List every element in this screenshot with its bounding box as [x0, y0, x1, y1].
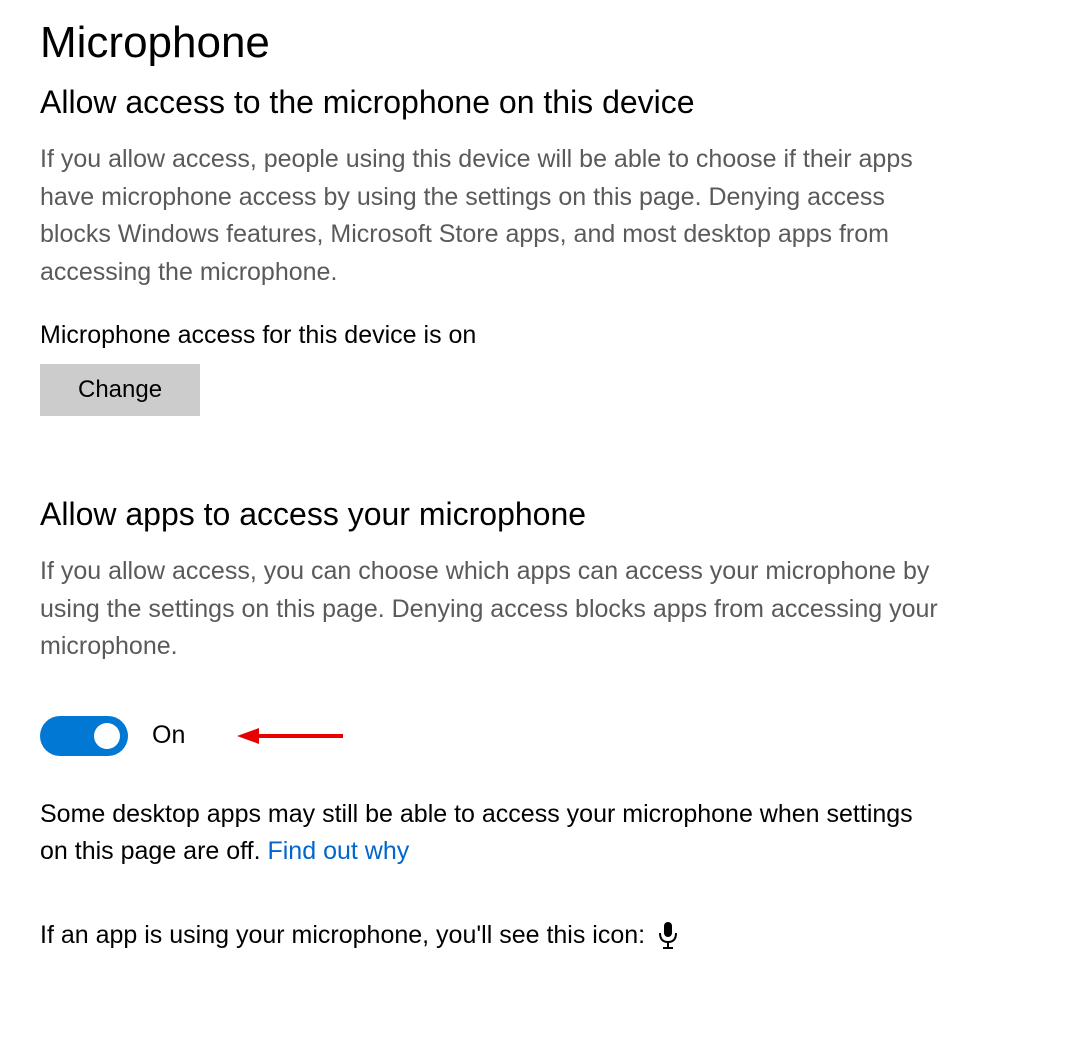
device-access-status: Microphone access for this device is on	[40, 321, 1038, 350]
mic-indicator-text-row: If an app is using your microphone, you'…	[40, 921, 1038, 951]
toggle-label: On	[152, 721, 185, 750]
desktop-apps-note: Some desktop apps may still be able to a…	[40, 796, 940, 871]
page-title: Microphone	[40, 18, 1038, 68]
arrow-annotation-icon	[235, 722, 345, 750]
toggle-knob	[94, 723, 120, 749]
app-access-toggle[interactable]	[40, 716, 128, 756]
app-access-description: If you allow access, you can choose whic…	[40, 553, 940, 666]
microphone-icon	[657, 921, 679, 951]
section-heading-app-access: Allow apps to access your microphone	[40, 496, 1038, 533]
change-button[interactable]: Change	[40, 364, 200, 416]
device-access-description: If you allow access, people using this d…	[40, 141, 940, 291]
toggle-row: On	[40, 716, 1038, 756]
section-heading-device-access: Allow access to the microphone on this d…	[40, 84, 1038, 121]
note-text-before: Some desktop apps may still be able to a…	[40, 800, 913, 866]
find-out-why-link[interactable]: Find out why	[267, 837, 409, 865]
mic-indicator-text: If an app is using your microphone, you'…	[40, 921, 645, 950]
